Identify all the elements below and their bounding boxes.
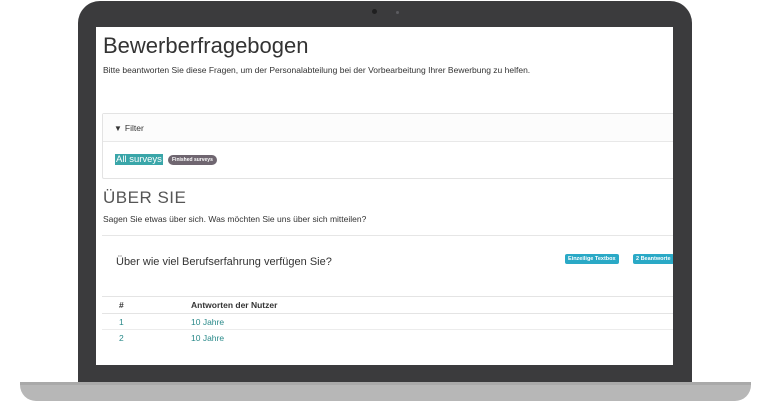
filter-panel: ▼ Filter All surveys Finished surveys — [102, 113, 673, 179]
finished-surveys-tag[interactable]: Finished surveys — [168, 155, 217, 165]
answer-cell: 10 Jahre — [191, 329, 673, 345]
laptop-base — [20, 382, 751, 401]
answers-table: # Antworten der Nutzer 1 10 Jahre 2 10 J… — [102, 296, 673, 345]
answer-count-badge: 2 Beantworte — [633, 254, 673, 264]
question-text: Über wie viel Berufserfahrung verfügen S… — [116, 256, 332, 268]
screen: Bewerberfragebogen Bitte beantworten Sie… — [96, 27, 673, 365]
row-number: 1 — [102, 313, 191, 330]
table-row: 2 10 Jahre — [102, 329, 673, 345]
filter-toggle[interactable]: ▼ Filter — [114, 123, 144, 133]
filter-header[interactable]: ▼ Filter — [103, 114, 673, 142]
page-subtitle: Bitte beantworten Sie diese Fragen, um d… — [103, 65, 531, 75]
camera-icon — [372, 9, 377, 14]
laptop-hinge — [20, 382, 751, 385]
table-row: 1 10 Jahre — [102, 313, 673, 330]
section-subtitle: Sagen Sie etwas über sich. Was möchten S… — [103, 214, 367, 224]
column-header-answers: Antworten der Nutzer — [191, 296, 673, 314]
column-header-number: # — [102, 296, 191, 314]
all-surveys-tag[interactable]: All surveys — [115, 154, 163, 165]
camera-led-icon — [396, 11, 399, 14]
row-number: 2 — [102, 329, 191, 345]
filter-label: Filter — [124, 123, 144, 133]
question-type-badge: Einzeilige Textbox — [565, 254, 619, 264]
funnel-icon: ▼ — [114, 124, 122, 133]
table-header-row: # Antworten der Nutzer — [102, 296, 673, 314]
section-title: ÜBER SIE — [103, 188, 187, 207]
answer-cell: 10 Jahre — [191, 313, 673, 330]
page-title: Bewerberfragebogen — [103, 33, 309, 58]
